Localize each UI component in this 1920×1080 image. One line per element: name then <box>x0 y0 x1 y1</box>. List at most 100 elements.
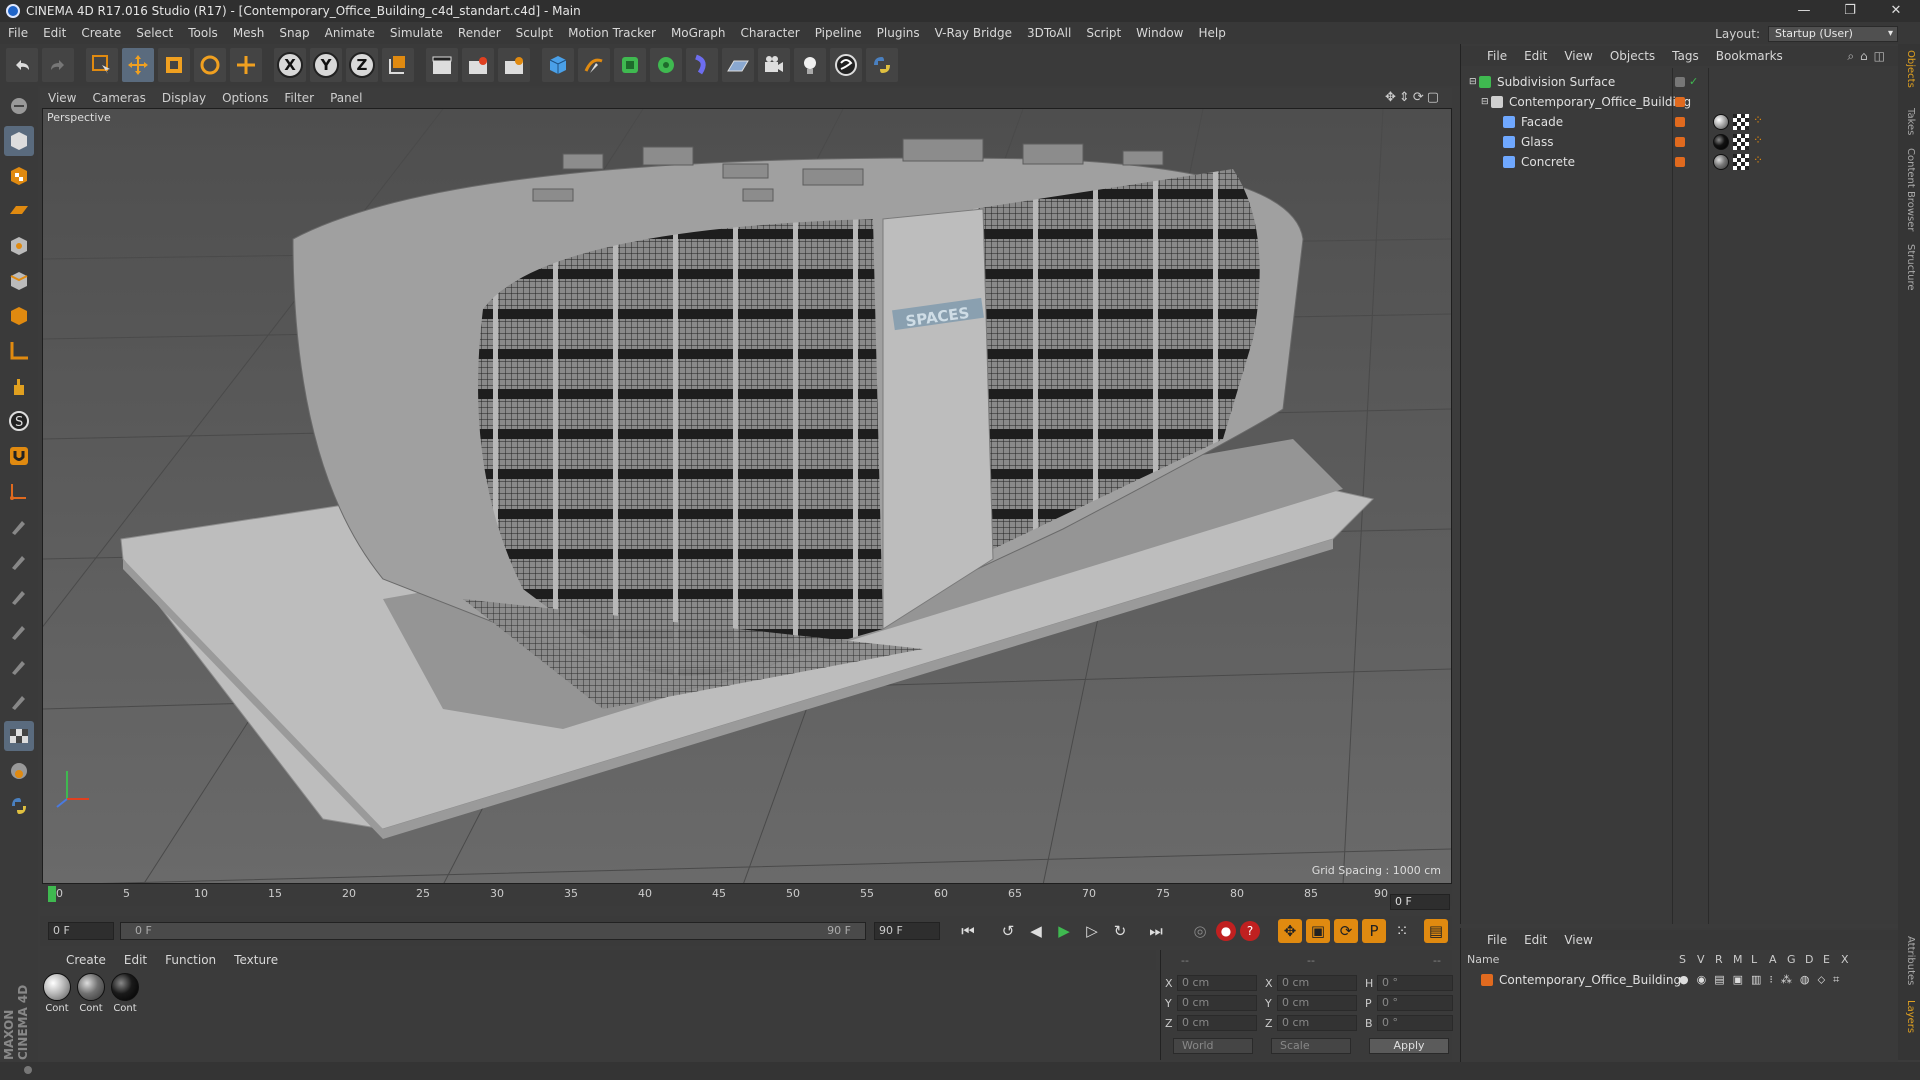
maximize-button[interactable]: ❐ <box>1828 0 1872 22</box>
layer-row[interactable]: Contemporary_Office_Building ●◉▤▣▥⁝⁂◍⬦⌗ <box>1461 970 1899 990</box>
texture-mode-button[interactable] <box>4 161 34 191</box>
material-menu-function[interactable]: Function <box>165 953 216 967</box>
uvw-tag-icon[interactable] <box>1733 134 1749 150</box>
start-frame-field[interactable]: 0 F <box>48 922 114 940</box>
frame-range-slider[interactable]: 0 F 90 F <box>120 922 866 940</box>
brush-tool-4[interactable] <box>4 616 34 646</box>
cloner-button[interactable] <box>650 48 682 82</box>
make-editable-button[interactable] <box>4 91 34 121</box>
selection-tag-icon[interactable]: ⁘ <box>1753 153 1763 167</box>
move-button[interactable] <box>122 48 154 82</box>
side-tab-attributes[interactable]: Attributes <box>1902 936 1916 985</box>
model-mode-button[interactable] <box>4 126 34 156</box>
scale-button[interactable] <box>158 48 190 82</box>
apply-button[interactable]: Apply <box>1369 1038 1449 1054</box>
edges-mode-button[interactable] <box>4 266 34 296</box>
material-menu-texture[interactable]: Texture <box>234 953 278 967</box>
sculpt-tool-button[interactable] <box>4 756 34 786</box>
layer-color-dot[interactable] <box>1675 117 1685 127</box>
viewport-menu-options[interactable]: Options <box>222 91 268 105</box>
material-swatch[interactable]: Cont <box>76 973 106 1014</box>
layer-menu-edit[interactable]: Edit <box>1524 933 1547 947</box>
camera-button[interactable] <box>758 48 790 82</box>
object-menu-file[interactable]: File <box>1487 49 1507 63</box>
object-menu-bookmarks[interactable]: Bookmarks <box>1716 49 1783 63</box>
go-to-end-button[interactable]: ⏭ <box>1144 919 1168 943</box>
polygons-mode-button[interactable] <box>4 301 34 331</box>
object-menu-objects[interactable]: Objects <box>1610 49 1655 63</box>
expand-toggle-icon[interactable]: ⊟ <box>1481 97 1491 107</box>
visibility-toggle[interactable] <box>1675 77 1685 87</box>
size-mode-dropdown[interactable]: Scale <box>1271 1038 1351 1054</box>
close-button[interactable]: ✕ <box>1874 0 1918 22</box>
coordinate-system-button[interactable] <box>382 48 414 82</box>
scale-key-button[interactable]: ▣ <box>1306 919 1330 943</box>
position-key-button[interactable]: ✥ <box>1278 919 1302 943</box>
points-mode-button[interactable] <box>4 231 34 261</box>
minimize-button[interactable]: — <box>1782 0 1826 22</box>
vray-button[interactable] <box>830 48 862 82</box>
viewport-menu-display[interactable]: Display <box>162 91 206 105</box>
size-z-field[interactable]: 0 cm <box>1277 1015 1357 1031</box>
point-level-button[interactable]: ⁙ <box>1390 919 1414 943</box>
parameter-key-button[interactable]: P <box>1362 919 1386 943</box>
menu-vray-bridge[interactable]: V-Ray Bridge <box>935 26 1012 40</box>
material-tag-icon[interactable] <box>1713 154 1729 170</box>
layer-color-dot[interactable] <box>1675 137 1685 147</box>
tweak-mode-button[interactable] <box>4 371 34 401</box>
menu-render[interactable]: Render <box>458 26 501 40</box>
menu-simulate[interactable]: Simulate <box>390 26 443 40</box>
render-picture-viewer-button[interactable] <box>462 48 494 82</box>
python-button[interactable] <box>866 48 898 82</box>
viewport-navigation-icons[interactable]: ✥⇕⟳▢ <box>1385 90 1442 105</box>
object-search-icon[interactable]: ⌕⌂◫ <box>1847 49 1891 64</box>
x-axis-button[interactable]: X <box>274 48 306 82</box>
menu-help[interactable]: Help <box>1198 26 1225 40</box>
layout-dropdown[interactable]: Startup (User) <box>1768 26 1898 42</box>
menu-animate[interactable]: Animate <box>325 26 375 40</box>
material-swatch[interactable]: Cont <box>110 973 140 1014</box>
size-y-field[interactable]: 0 cm <box>1277 995 1357 1011</box>
timeline-window-button[interactable]: ▤ <box>1424 919 1448 943</box>
menu-edit[interactable]: Edit <box>43 26 66 40</box>
workplane-button[interactable] <box>4 196 34 226</box>
light-button[interactable] <box>794 48 826 82</box>
selection-tag-icon[interactable]: ⁘ <box>1753 113 1763 127</box>
subdivision-button[interactable] <box>614 48 646 82</box>
brush-tool-5[interactable] <box>4 651 34 681</box>
material-swatch[interactable]: Cont <box>42 973 72 1014</box>
brush-tool-1[interactable] <box>4 511 34 541</box>
z-axis-button[interactable]: Z <box>346 48 378 82</box>
enabled-check-icon[interactable]: ✓ <box>1689 75 1698 88</box>
expand-toggle-icon[interactable]: ⊟ <box>1469 77 1479 87</box>
render-settings-button[interactable] <box>498 48 530 82</box>
menu-mograph[interactable]: MoGraph <box>671 26 726 40</box>
side-tab-objects[interactable]: Objects <box>1902 50 1916 88</box>
rotation-p-field[interactable]: 0 ° <box>1377 995 1453 1011</box>
keyframe-selection-button[interactable]: ? <box>1240 921 1260 941</box>
checker-tool-button[interactable] <box>4 721 34 751</box>
go-to-start-button[interactable]: ⏮ <box>956 919 980 943</box>
menu-motion-tracker[interactable]: Motion Tracker <box>568 26 656 40</box>
redo-button[interactable] <box>42 48 74 82</box>
rotation-b-field[interactable]: 0 ° <box>1377 1015 1453 1031</box>
layer-menu-file[interactable]: File <box>1487 933 1507 947</box>
previous-key-button[interactable]: ↺ <box>996 919 1020 943</box>
menu-snap[interactable]: Snap <box>279 26 309 40</box>
menu-sculpt[interactable]: Sculpt <box>516 26 553 40</box>
menu-tools[interactable]: Tools <box>188 26 218 40</box>
magnet-button[interactable] <box>4 441 34 471</box>
play-button[interactable]: ▶ <box>1052 919 1076 943</box>
side-tab-structure[interactable]: Structure <box>1902 244 1916 291</box>
material-menu-create[interactable]: Create <box>66 953 106 967</box>
rotation-key-button[interactable]: ⟳ <box>1334 919 1358 943</box>
menu-select[interactable]: Select <box>136 26 173 40</box>
previous-frame-button[interactable]: ◀ <box>1024 919 1048 943</box>
menu-create[interactable]: Create <box>81 26 121 40</box>
menu-3dtoall[interactable]: 3DToAll <box>1027 26 1071 40</box>
layer-color-dot[interactable] <box>1675 157 1685 167</box>
size-x-field[interactable]: 0 cm <box>1277 975 1357 991</box>
position-y-field[interactable]: 0 cm <box>1177 995 1257 1011</box>
3d-viewport[interactable]: SPACES Perspective Grid Spacing : 1000 c… <box>42 108 1452 884</box>
brush-tool-6[interactable] <box>4 686 34 716</box>
